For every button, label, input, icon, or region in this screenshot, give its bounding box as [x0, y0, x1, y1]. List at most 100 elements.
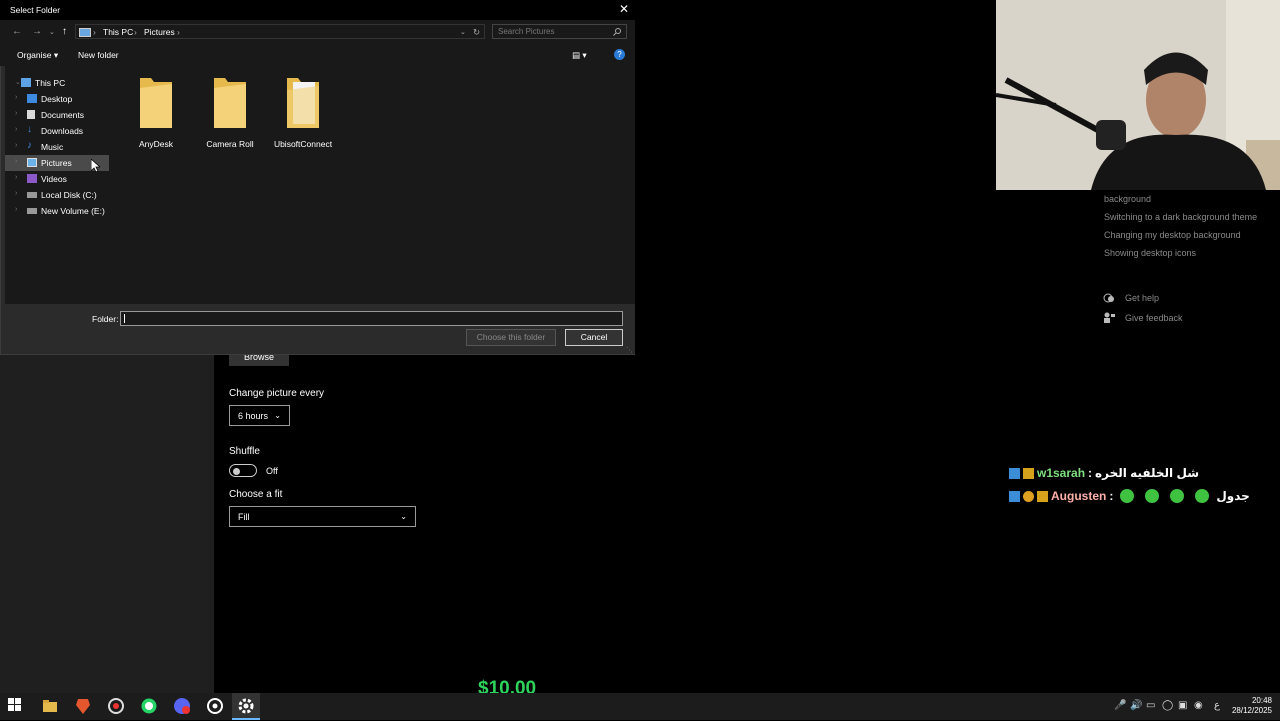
- windows-start-icon[interactable]: [8, 698, 26, 716]
- chevron-down-icon[interactable]: ⌄: [49, 28, 55, 36]
- fit-dropdown[interactable]: Fill ⌄: [229, 506, 416, 527]
- settings-gear-icon[interactable]: [232, 693, 260, 720]
- folder-item[interactable]: UbisoftConnect: [268, 76, 338, 149]
- chat-text: شل الخلفيه الخره: [1095, 466, 1200, 480]
- brave-browser-icon[interactable]: [74, 697, 92, 715]
- chat-text: جدول: [1216, 489, 1250, 503]
- pictures-icon: [27, 158, 37, 167]
- dialog-title: Select Folder: [10, 5, 61, 15]
- discord-icon[interactable]: [173, 697, 191, 715]
- feedback-icon: [1103, 312, 1115, 323]
- folder-label: Folder:: [92, 314, 119, 324]
- chevron-right-icon: ›: [177, 27, 180, 37]
- shuffle-label: Shuffle: [229, 446, 260, 457]
- up-arrow-icon[interactable]: ↑: [62, 26, 67, 37]
- view-options-icon[interactable]: ▤ ▾: [572, 50, 587, 61]
- fit-value: Fill: [238, 511, 250, 522]
- pc-icon: [79, 28, 91, 37]
- steam-tray-icon[interactable]: ◉: [1194, 700, 1203, 711]
- dialog-toolbar: Organise ▾ New folder ▤ ▾ ?: [0, 44, 635, 66]
- chevron-right-icon: ›: [15, 174, 18, 181]
- related-link[interactable]: Showing desktop icons: [1104, 248, 1196, 258]
- nav-label: Local Disk (C:): [41, 190, 97, 200]
- badge-icon: [1023, 490, 1034, 502]
- emote-icon: [1170, 489, 1185, 503]
- close-icon[interactable]: ✕: [619, 2, 629, 16]
- shuffle-state: Off: [266, 466, 278, 476]
- file-explorer-icon[interactable]: [41, 697, 59, 715]
- documents-icon: [27, 110, 35, 119]
- organise-button[interactable]: Organise ▾: [17, 50, 58, 61]
- related-link[interactable]: Switching to a dark background theme: [1104, 212, 1257, 222]
- app-icon[interactable]: [107, 697, 125, 715]
- language-indicator[interactable]: ع: [1214, 700, 1220, 711]
- nav-label: New Volume (E:): [41, 206, 105, 216]
- chevron-right-icon: ›: [15, 94, 18, 101]
- get-help-link[interactable]: Get help: [1125, 293, 1159, 303]
- related-link[interactable]: Changing my desktop background: [1104, 230, 1241, 240]
- chevron-right-icon: ›: [134, 27, 137, 37]
- gamepad-icon[interactable]: ▣: [1178, 700, 1187, 711]
- volume-icon[interactable]: 🔊: [1130, 700, 1142, 711]
- folder-name: AnyDesk: [138, 139, 173, 149]
- downloads-icon: ↓: [27, 124, 32, 135]
- nav-item-desktop[interactable]: › Desktop: [5, 91, 109, 107]
- webcam-overlay: [996, 0, 1280, 190]
- chevron-right-icon: ›: [15, 126, 18, 133]
- address-bar[interactable]: › This PC › Pictures › ⌄ ↻: [75, 24, 485, 39]
- related-link[interactable]: background: [1104, 194, 1151, 204]
- folder-name: UbisoftConnect: [273, 139, 333, 149]
- nav-item-this-pc[interactable]: ⌄ This PC: [5, 75, 109, 91]
- folder-item[interactable]: Camera Roll: [195, 76, 265, 149]
- clock-time: 20:48: [1251, 696, 1272, 705]
- badge-icon: [1009, 467, 1020, 479]
- help-icon[interactable]: ?: [614, 49, 625, 60]
- breadcrumb-item[interactable]: Pictures: [144, 27, 175, 37]
- steam-icon[interactable]: [206, 697, 224, 715]
- forward-arrow-icon[interactable]: →: [32, 26, 42, 37]
- change-picture-dropdown[interactable]: 6 hours ⌄: [229, 405, 290, 426]
- badge-icon: [1037, 490, 1048, 502]
- clock[interactable]: 20:48 28/12/2025: [1232, 696, 1272, 716]
- badge-icon: [1023, 467, 1034, 479]
- search-placeholder: Search Pictures: [498, 27, 555, 36]
- emote-icon: [1195, 489, 1210, 503]
- chevron-down-icon: ⌄: [274, 411, 281, 420]
- nav-item-new-volume[interactable]: › New Volume (E:): [5, 203, 109, 219]
- microphone-icon[interactable]: 🎤: [1114, 700, 1126, 711]
- videos-icon: [27, 174, 37, 183]
- nav-item-downloads[interactable]: › ↓ Downloads: [5, 123, 109, 139]
- resize-grip-icon[interactable]: ⋱: [626, 346, 633, 354]
- folder-with-files-icon: [287, 78, 319, 128]
- new-folder-button[interactable]: New folder: [78, 50, 119, 60]
- chat-message: w1sarah : شل الخلفيه الخره: [1009, 466, 1199, 480]
- fit-label: Choose a fit: [229, 489, 283, 500]
- chevron-right-icon: ›: [15, 190, 18, 197]
- chevron-down-icon: ⌄: [15, 79, 21, 86]
- back-arrow-icon[interactable]: ←: [12, 26, 22, 37]
- refresh-icon[interactable]: ↻: [473, 27, 480, 38]
- chat-separator: :: [1088, 466, 1093, 480]
- nav-item-music[interactable]: › ♪ Music: [5, 139, 109, 155]
- chevron-down-icon[interactable]: ⌄: [460, 28, 466, 36]
- shield-icon[interactable]: ◯: [1162, 700, 1173, 711]
- shuffle-toggle[interactable]: [229, 464, 257, 477]
- whatsapp-icon[interactable]: [140, 697, 158, 715]
- nav-label: Downloads: [41, 126, 84, 136]
- nav-item-local-disk[interactable]: › Local Disk (C:): [5, 187, 109, 203]
- emote-icon: [1120, 489, 1135, 503]
- change-picture-label: Change picture every: [229, 388, 325, 399]
- breadcrumb-item[interactable]: This PC: [103, 27, 133, 37]
- folder-input[interactable]: [120, 311, 623, 326]
- chat-username: Augusten: [1051, 489, 1107, 503]
- nav-item-documents[interactable]: › Documents: [5, 107, 109, 123]
- folder-item[interactable]: AnyDesk: [121, 76, 191, 149]
- cancel-button[interactable]: Cancel: [565, 329, 623, 346]
- pc-icon: [21, 78, 31, 87]
- search-input[interactable]: Search Pictures: [492, 24, 627, 39]
- give-feedback-link[interactable]: Give feedback: [1125, 313, 1183, 323]
- choose-folder-button[interactable]: Choose this folder: [466, 329, 556, 346]
- dialog-titlebar: Select Folder ✕: [0, 0, 635, 20]
- music-icon: ♪: [27, 140, 32, 151]
- network-icon[interactable]: ▭: [1146, 700, 1155, 711]
